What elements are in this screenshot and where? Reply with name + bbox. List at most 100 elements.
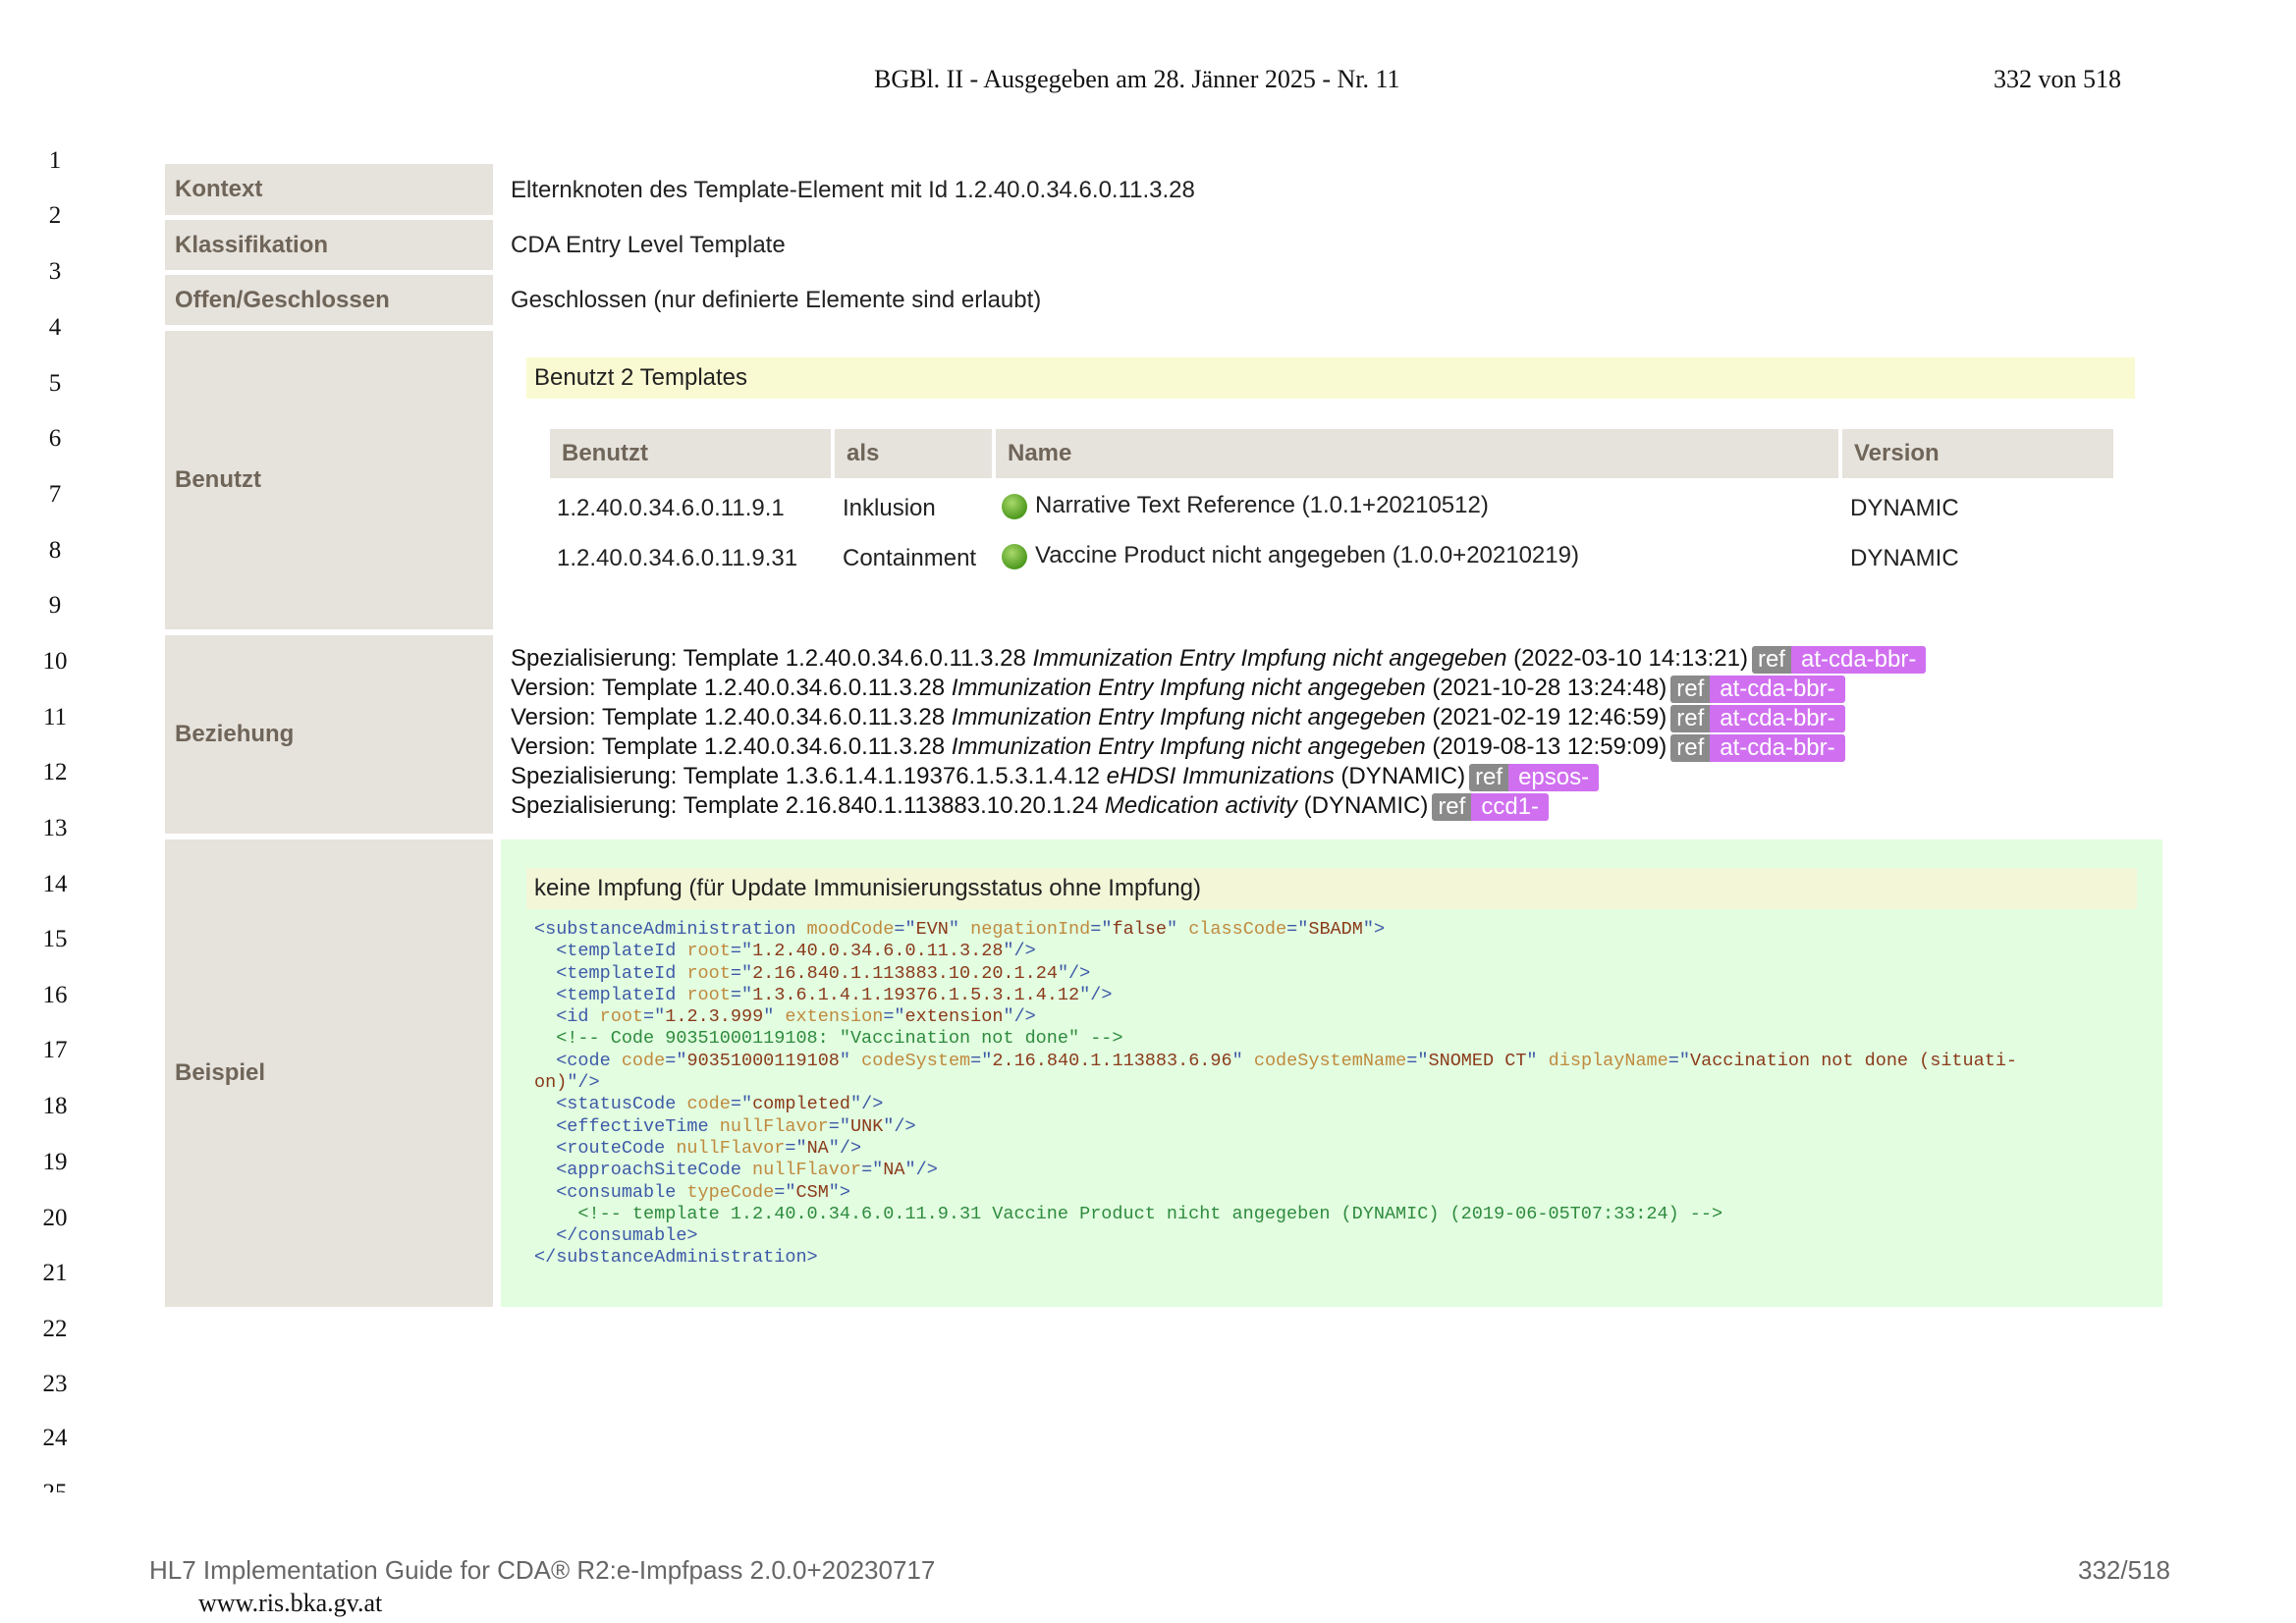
code-token: NA xyxy=(883,1160,905,1181)
relation-line: Spezialisierung: Template 2.16.840.1.113… xyxy=(511,791,1926,821)
ref-badge[interactable]: ref xyxy=(1469,763,1509,791)
table-cell-als: Inklusion xyxy=(843,495,936,521)
code-token: CSM xyxy=(795,1181,829,1203)
code-token: <statusCode xyxy=(534,1094,687,1115)
code-token: "/> xyxy=(1057,962,1091,984)
code-token: " xyxy=(839,1050,862,1071)
ref-prefix-badge[interactable]: epsos- xyxy=(1508,763,1600,791)
page-header: BGBl. II - Ausgegeben am 28. Jänner 2025… xyxy=(0,65,2296,104)
kontext-label: Kontext xyxy=(165,164,493,215)
ref-prefix-badge[interactable]: at-cda-bbr- xyxy=(1710,733,1845,762)
line-number: 14 xyxy=(42,871,68,897)
line-number: 22 xyxy=(42,1316,68,1342)
code-token: "/> xyxy=(1003,1006,1036,1028)
example-title: keine Impfung (für Update Immunisierungs… xyxy=(526,868,2137,909)
code-token: SBADM xyxy=(1308,919,1363,940)
table-cell-name[interactable]: Narrative Text Reference (1.0.1+20210512… xyxy=(1002,492,1489,519)
benutzt-heading: Benutzt 2 Templates xyxy=(526,357,2135,399)
code-token: <routeCode xyxy=(534,1137,677,1159)
code-token: <approachSiteCode xyxy=(534,1160,753,1181)
ref-prefix-badge[interactable]: ccd1- xyxy=(1471,792,1550,821)
code-token: =" xyxy=(828,1115,850,1137)
code-token: 90351000119108 xyxy=(686,1050,840,1071)
beziehung-label: Beziehung xyxy=(165,635,493,834)
relation-line: Spezialisierung: Template 1.3.6.1.4.1.19… xyxy=(511,762,1926,791)
ref-badge[interactable]: ref xyxy=(1670,733,1711,762)
code-token: =" xyxy=(883,1006,905,1028)
code-token: <consumable xyxy=(534,1181,687,1203)
line-number: 18 xyxy=(42,1093,68,1119)
offen-geschlossen-value: Geschlossen (nur definierte Elemente sin… xyxy=(511,287,1042,313)
table-cell-id: 1.2.40.0.34.6.0.11.9.1 xyxy=(557,495,785,521)
ref-badge[interactable]: ref xyxy=(1670,675,1711,703)
beziehung-list: Spezialisierung: Template 1.2.40.0.34.6.… xyxy=(511,644,1927,821)
line-number: 25 xyxy=(35,1480,75,1492)
line-number: 4 xyxy=(48,314,62,341)
code-token: =" xyxy=(1667,1050,1690,1071)
table-cell-id: 1.2.40.0.34.6.0.11.9.31 xyxy=(557,545,798,571)
footer-url[interactable]: www.ris.bka.gv.at xyxy=(198,1589,382,1618)
relation-line: Version: Template 1.2.40.0.34.6.0.11.3.2… xyxy=(511,703,1926,732)
code-token: root xyxy=(686,941,731,962)
code-token: </substanceAdministration> xyxy=(534,1247,818,1269)
ref-badge[interactable]: ref xyxy=(1670,704,1711,732)
line-number: 10 xyxy=(42,648,68,675)
code-token: <templateId xyxy=(534,962,687,984)
relation-line: Version: Template 1.2.40.0.34.6.0.11.3.2… xyxy=(511,674,1926,703)
line-number: 13 xyxy=(42,815,68,841)
code-token: 1.3.6.1.4.1.19376.1.5.3.1.4.12 xyxy=(752,984,1080,1005)
table-cell-name[interactable]: Vaccine Product nicht angegeben (1.0.0+2… xyxy=(1002,542,1579,569)
code-token: </consumable> xyxy=(556,1225,698,1247)
offen-geschlossen-label: Offen/Geschlossen xyxy=(165,275,493,325)
line-number: 21 xyxy=(42,1260,68,1286)
code-token: "/> xyxy=(828,1137,862,1159)
code-token: EVN xyxy=(915,919,949,940)
column-header-name: Name xyxy=(996,429,1838,478)
code-token: codeSystem xyxy=(861,1050,971,1071)
ref-prefix-badge[interactable]: at-cda-bbr- xyxy=(1790,645,1927,674)
ref-badge[interactable]: ref xyxy=(1432,792,1472,821)
code-token: "/> xyxy=(883,1115,916,1137)
code-token: 2.16.840.1.113883.6.96 xyxy=(992,1050,1232,1071)
line-numbers: 1234567891011121314151617181920212223242… xyxy=(35,147,75,1492)
code-token: " xyxy=(763,1006,786,1028)
code-token: root xyxy=(686,962,731,984)
code-token: <substanceAdministration xyxy=(534,919,807,940)
line-number: 19 xyxy=(42,1149,68,1175)
column-header-benutzt: Benutzt xyxy=(550,429,831,478)
code-token: " xyxy=(948,919,971,940)
code-token: typeCode xyxy=(686,1181,775,1203)
code-token: nullFlavor xyxy=(752,1160,862,1181)
code-token: completed xyxy=(752,1094,850,1115)
template-name-link[interactable]: Narrative Text Reference (1.0.1+20210512… xyxy=(1035,492,1489,518)
code-token: "> xyxy=(828,1181,851,1203)
ref-badge[interactable]: ref xyxy=(1751,645,1791,674)
line-number: 8 xyxy=(48,537,62,564)
code-token: negationInd xyxy=(970,919,1091,940)
footer-guide-title: HL7 Implementation Guide for CDA® R2:e-I… xyxy=(149,1555,936,1585)
table-cell-version: DYNAMIC xyxy=(1850,545,1959,571)
code-token: code xyxy=(621,1050,666,1071)
code-token: "> xyxy=(1362,919,1386,940)
beispiel-label: Beispiel xyxy=(165,839,493,1307)
code-token: "/> xyxy=(904,1160,938,1181)
ref-prefix-badge[interactable]: at-cda-bbr- xyxy=(1710,704,1845,732)
code-token: false xyxy=(1112,919,1167,940)
template-name-link[interactable]: Vaccine Product nicht angegeben (1.0.0+2… xyxy=(1035,542,1579,568)
code-token: =" xyxy=(894,919,916,940)
line-number: 15 xyxy=(42,926,68,952)
code-token: nullFlavor xyxy=(676,1137,786,1159)
code-token: displayName xyxy=(1548,1050,1668,1071)
line-number: 3 xyxy=(48,258,62,285)
code-token: 2.16.840.1.113883.10.20.1.24 xyxy=(752,962,1058,984)
code-token: <!-- template 1.2.40.0.34.6.0.11.9.31 Va… xyxy=(577,1203,1723,1224)
code-token: =" xyxy=(643,1006,666,1028)
table-cell-als: Containment xyxy=(843,545,977,571)
ref-prefix-badge[interactable]: at-cda-bbr- xyxy=(1710,675,1845,703)
code-token: " xyxy=(1526,1050,1549,1071)
column-header-als: als xyxy=(835,429,992,478)
code-token: " xyxy=(1166,919,1189,940)
code-token: =" xyxy=(785,1137,807,1159)
line-number: 16 xyxy=(42,982,68,1008)
line-number: 5 xyxy=(48,370,62,397)
